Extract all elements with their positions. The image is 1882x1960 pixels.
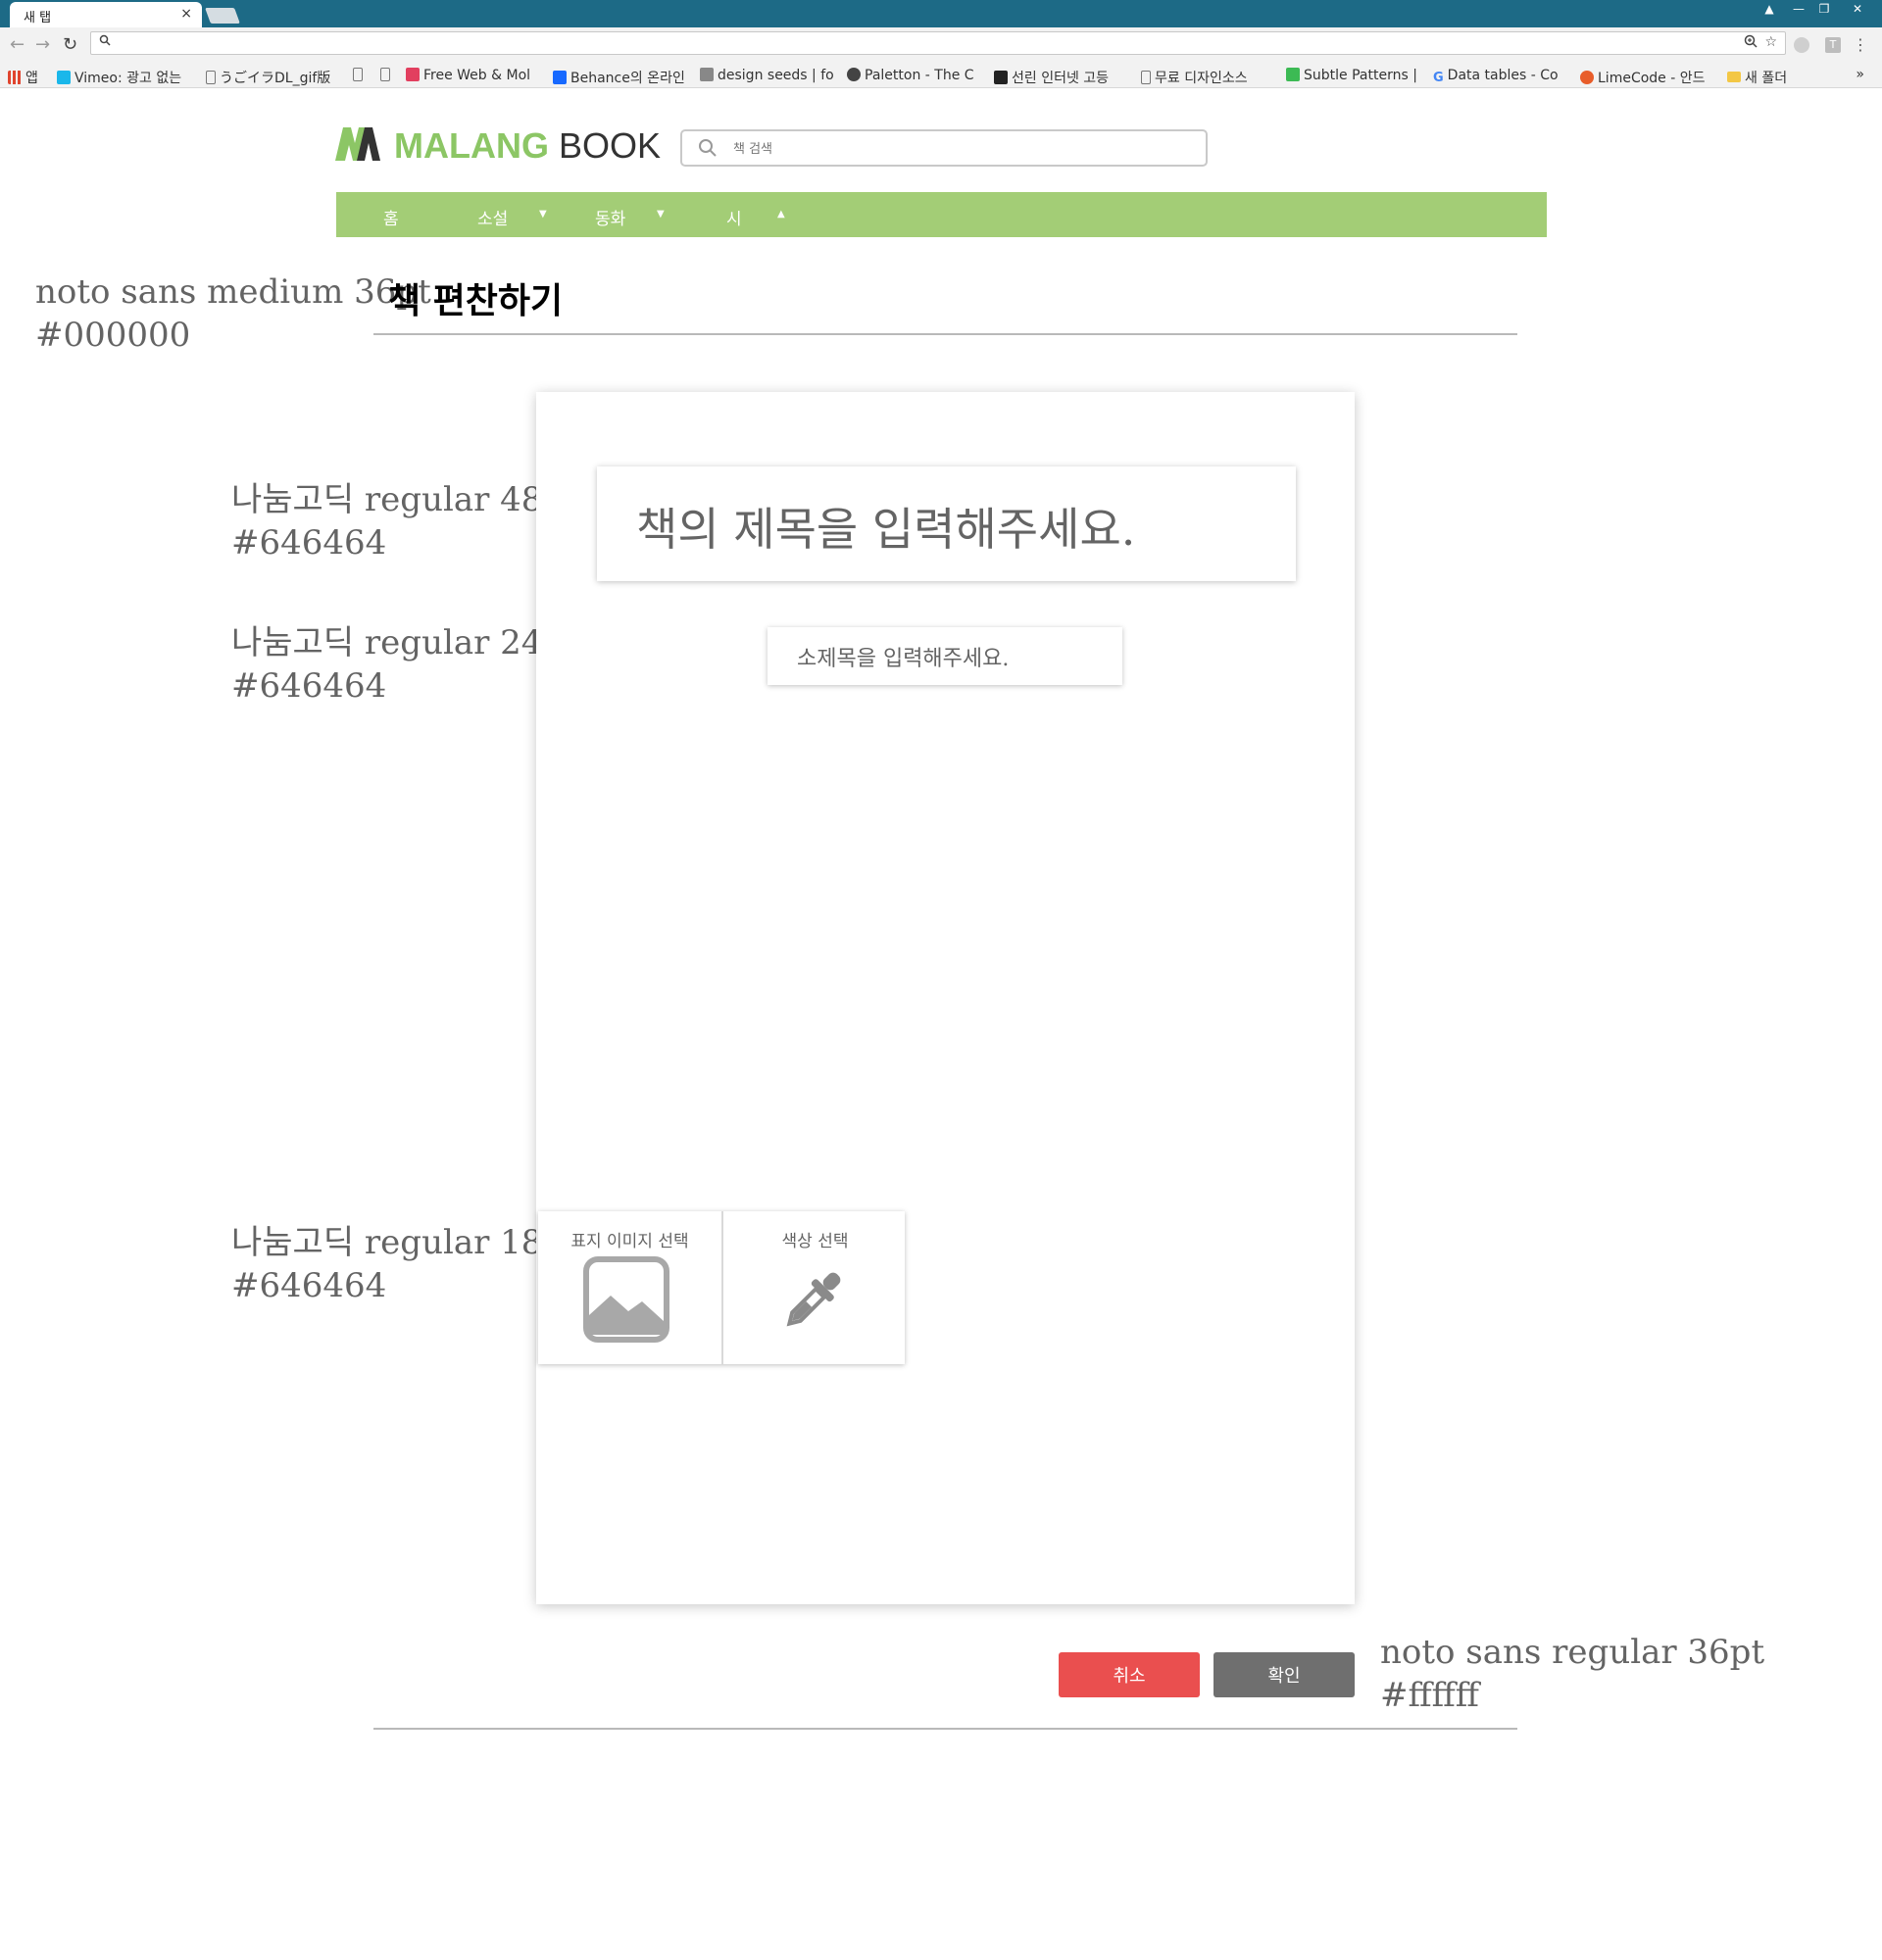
apps-grid-icon bbox=[8, 71, 22, 84]
bookmark-data-tables[interactable]: G Data tables - Co bbox=[1433, 68, 1566, 84]
page-icon bbox=[1141, 71, 1151, 84]
color-select-button[interactable]: 색상 선택 bbox=[723, 1211, 907, 1364]
color-label: 색상 선택 bbox=[781, 1232, 849, 1251]
book-editor-card: 책의 제목을 입력해주세요. 소제목을 입력해주세요. 표지 이미지 선택 색상… bbox=[536, 392, 1355, 1604]
back-icon[interactable]: ← bbox=[10, 34, 25, 55]
nav-poem[interactable]: 시 bbox=[726, 205, 742, 229]
browser-tab[interactable]: 새 탭 × bbox=[10, 2, 202, 27]
divider-bottom bbox=[373, 1728, 1517, 1730]
limecode-icon bbox=[1580, 71, 1594, 84]
bookmark-new-folder[interactable]: 새 폴더 bbox=[1727, 68, 1825, 87]
behance-icon bbox=[553, 71, 567, 84]
bookmark-free-design[interactable]: 무료 디자인소스 bbox=[1141, 68, 1270, 87]
book-title-placeholder: 책의 제목을 입력해주세요. bbox=[636, 503, 1136, 556]
divider-top bbox=[373, 333, 1517, 335]
nav-novel[interactable]: 소설 bbox=[477, 205, 508, 229]
bookmarks-overflow-icon[interactable]: » bbox=[1856, 67, 1864, 82]
extension-t-icon[interactable]: T bbox=[1825, 37, 1841, 53]
extension-icon[interactable] bbox=[1794, 37, 1809, 53]
book-search-box bbox=[680, 129, 1208, 167]
page-icon bbox=[353, 68, 363, 81]
subtitle-placeholder: 소제목을 입력해주세요. bbox=[797, 647, 1010, 671]
new-tab-button[interactable] bbox=[205, 8, 240, 24]
bookmark-apps[interactable]: 앱 bbox=[8, 68, 47, 87]
annotation-button-spec: noto sans regular 36pt #ffffff bbox=[1380, 1633, 1765, 1715]
cover-options-panel: 표지 이미지 선택 색상 선택 bbox=[538, 1211, 905, 1364]
bookmark-paletton[interactable]: Paletton - The C bbox=[847, 68, 980, 83]
logo-text-malang: MALANG bbox=[394, 125, 549, 166]
nav-poem-chevron-up-icon[interactable]: ▲ bbox=[777, 209, 785, 220]
restore-icon[interactable]: ❐ bbox=[1809, 0, 1839, 20]
forward-icon[interactable]: → bbox=[35, 34, 50, 55]
bookmark-ugoira[interactable]: うごイラDL_gif版 bbox=[206, 68, 339, 87]
confirm-button[interactable]: 확인 bbox=[1213, 1652, 1355, 1697]
annotation-picker-spec: 나눔고딕 regular 18pt #646464 bbox=[231, 1223, 577, 1305]
browser-titlebar: 새 탭 × ▲ — ❐ ✕ bbox=[0, 0, 1882, 27]
annotation-book-title-spec: 나눔고딕 regular 48pt #646464 bbox=[231, 480, 577, 563]
page-icon bbox=[380, 68, 390, 81]
nav-novel-chevron-down-icon[interactable]: ▼ bbox=[539, 209, 547, 220]
folder-icon bbox=[1727, 72, 1741, 82]
bookmark-star-icon[interactable]: ☆ bbox=[1764, 34, 1777, 50]
cover-image-label: 표지 이미지 선택 bbox=[570, 1232, 689, 1251]
bookmark-behance[interactable]: Behance의 온라인 bbox=[553, 68, 690, 87]
bookmark-subtle-patterns[interactable]: Subtle Patterns | bbox=[1286, 68, 1419, 83]
vimeo-icon bbox=[57, 71, 71, 84]
browser-toolbar: ← → ↻ ☆ T ⋮ bbox=[0, 27, 1882, 63]
cancel-button[interactable]: 취소 bbox=[1059, 1652, 1200, 1697]
main-nav: 홈 소설 ▼ 동화 ▼ 시 ▲ bbox=[336, 192, 1547, 237]
nav-home[interactable]: 홈 bbox=[383, 205, 399, 229]
book-search-input[interactable] bbox=[733, 138, 1194, 160]
bookmark-vimeo[interactable]: Vimeo: 광고 없는 bbox=[57, 68, 190, 87]
invision-icon bbox=[406, 68, 420, 81]
book-title-input[interactable]: 책의 제목을 입력해주세요. bbox=[597, 466, 1296, 581]
google-icon: G bbox=[1433, 71, 1444, 84]
annotation-title-spec: noto sans medium 36pt #000000 bbox=[35, 272, 431, 355]
subtle-patterns-icon bbox=[1286, 68, 1300, 81]
bookmarks-bar: 앱 Vimeo: 광고 없는 うごイラDL_gif版 Free Web & Mo… bbox=[0, 63, 1882, 88]
address-bar[interactable]: ☆ bbox=[90, 31, 1786, 55]
annotation-subtitle-spec: 나눔고딕 regular 24pt #646464 bbox=[231, 623, 577, 706]
browser-menu-icon[interactable]: ⋮ bbox=[1853, 35, 1868, 54]
paletton-icon bbox=[847, 68, 861, 81]
cover-image-select-button[interactable]: 표지 이미지 선택 bbox=[538, 1211, 721, 1364]
page-title: 책 편찬하기 bbox=[388, 281, 564, 321]
bookmark-limecode[interactable]: LimeCode - 안드 bbox=[1580, 68, 1713, 87]
search-icon bbox=[698, 138, 718, 162]
close-window-icon[interactable]: ✕ bbox=[1843, 0, 1872, 20]
logo-mark-icon bbox=[335, 127, 380, 161]
bookmark-page[interactable] bbox=[353, 68, 372, 83]
subtitle-input[interactable]: 소제목을 입력해주세요. bbox=[768, 627, 1122, 685]
reload-icon[interactable]: ↻ bbox=[63, 34, 77, 55]
tab-title: 새 탭 bbox=[24, 11, 52, 25]
user-profile-icon[interactable]: ▲ bbox=[1755, 0, 1784, 20]
bookmark-page-2[interactable] bbox=[380, 68, 406, 83]
eyedropper-icon bbox=[786, 1272, 841, 1327]
sunrin-icon bbox=[994, 71, 1008, 84]
tab-close-icon[interactable]: × bbox=[180, 6, 192, 22]
image-icon bbox=[583, 1256, 669, 1343]
zoom-icon[interactable] bbox=[1744, 34, 1758, 52]
logo-text-book: BOOK bbox=[559, 125, 662, 166]
search-icon bbox=[99, 34, 111, 50]
nav-fairytale[interactable]: 동화 bbox=[595, 205, 625, 229]
design-seeds-icon bbox=[700, 68, 714, 81]
bookmark-invision[interactable]: Free Web & Mol bbox=[406, 68, 543, 83]
nav-fairytale-chevron-down-icon[interactable]: ▼ bbox=[657, 209, 665, 220]
bookmark-design-seeds[interactable]: design seeds | fo bbox=[700, 68, 835, 83]
bookmark-sunrin[interactable]: 선린 인터넷 고등 bbox=[994, 68, 1125, 87]
page-icon bbox=[206, 71, 216, 84]
